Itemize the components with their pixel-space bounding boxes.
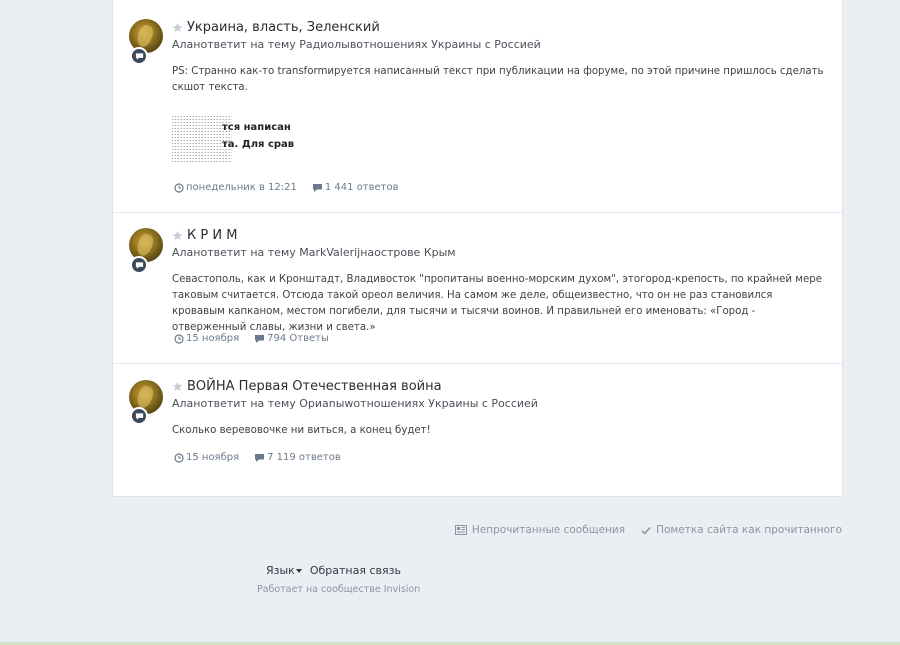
clock-icon: [174, 333, 184, 344]
topic-title-row: Украина, власть, Зеленский: [172, 20, 380, 35]
post-excerpt: Сколько веревовочке ни виться, а конец б…: [172, 425, 431, 436]
replies-label: 7 119 ответов: [267, 452, 341, 463]
powered-by[interactable]: Работает на сообществе Invision: [257, 584, 420, 595]
post-meta: понедельник в 12:21 1 441 ответов: [174, 182, 399, 193]
reply-byline[interactable]: Аланответит на тему Радиолывотношениях У…: [172, 38, 541, 51]
star-icon[interactable]: [172, 381, 183, 392]
activity-feed: Украина, власть, Зеленский Аланответит н…: [112, 0, 843, 497]
post-time[interactable]: 15 ноября: [174, 452, 239, 463]
replies-count[interactable]: 794 Ответы: [254, 333, 329, 344]
post-excerpt: Севастополь, как и Кронштадт, Владивосто…: [172, 274, 822, 333]
post-meta: 15 ноября 7 119 ответов: [174, 452, 341, 463]
language-menu[interactable]: Язык: [266, 564, 302, 577]
replies-count[interactable]: 1 441 ответов: [312, 182, 399, 193]
comment-icon: [255, 334, 265, 343]
topic-title-row: К Р И М: [172, 228, 237, 243]
footer-actions: Непрочитанные сообщения Пометка сайта ка…: [454, 524, 842, 536]
time-label: понедельник в 12:21: [186, 182, 297, 193]
topic-title[interactable]: К Р И М: [187, 228, 237, 243]
clock-icon: [174, 182, 184, 193]
post-excerpt: PS: Странно как-то transformируется напи…: [172, 66, 824, 93]
newspaper-icon: [454, 525, 467, 535]
mark-site-read-link[interactable]: Пометка сайта как прочитанного: [641, 524, 842, 536]
activity-item: Украина, власть, Зеленский Аланответит н…: [113, 0, 842, 213]
star-icon[interactable]: [172, 230, 183, 241]
time-label: 15 ноября: [186, 452, 240, 463]
language-label: Язык: [266, 564, 295, 577]
comment-badge-icon: [130, 47, 148, 65]
time-label: 15 ноября: [186, 333, 240, 344]
checkmark-icon: [641, 526, 651, 535]
topic-title[interactable]: ВОЙНА Первая Отечественная война: [187, 379, 442, 394]
comment-badge-icon: [130, 407, 148, 425]
mark-read-label: Пометка сайта как прочитанного: [656, 524, 842, 536]
comment-badge-icon: [130, 256, 148, 274]
unread-content-link[interactable]: Непрочитанные сообщения: [454, 524, 626, 536]
clock-icon: [174, 452, 184, 463]
replies-label: 794 Ответы: [267, 333, 329, 344]
post-meta: 15 ноября 794 Ответы: [174, 333, 329, 344]
unread-label: Непрочитанные сообщения: [471, 524, 626, 536]
feedback-link[interactable]: Обратная связь: [310, 564, 401, 577]
post-time[interactable]: понедельник в 12:21: [174, 182, 297, 193]
replies-label: 1 441 ответов: [324, 182, 399, 193]
post-image[interactable]: тся написан та. Для срав: [172, 114, 296, 164]
footer-links: Язык Обратная связь: [266, 564, 401, 577]
comment-icon: [312, 183, 322, 192]
topic-title[interactable]: Украина, власть, Зеленский: [187, 20, 380, 35]
reply-byline[interactable]: Аланответит на тему MarkValerijнаострове…: [172, 246, 456, 259]
activity-item: ВОЙНА Первая Отечественная война Аланотв…: [113, 364, 842, 497]
image-text-line: та. Для срав: [222, 139, 295, 150]
image-text-line: тся написан: [222, 122, 291, 133]
caret-down-icon: [295, 569, 302, 573]
post-time[interactable]: 15 ноября: [174, 333, 239, 344]
reply-byline[interactable]: Аланответит на тему Ориаnыwотношениях Ук…: [172, 397, 538, 410]
topic-title-row: ВОЙНА Первая Отечественная война: [172, 379, 442, 394]
star-icon[interactable]: [172, 22, 183, 33]
activity-item: К Р И М Аланответит на тему MarkValerijн…: [113, 213, 842, 364]
replies-count[interactable]: 7 119 ответов: [254, 452, 341, 463]
comment-icon: [255, 453, 265, 462]
